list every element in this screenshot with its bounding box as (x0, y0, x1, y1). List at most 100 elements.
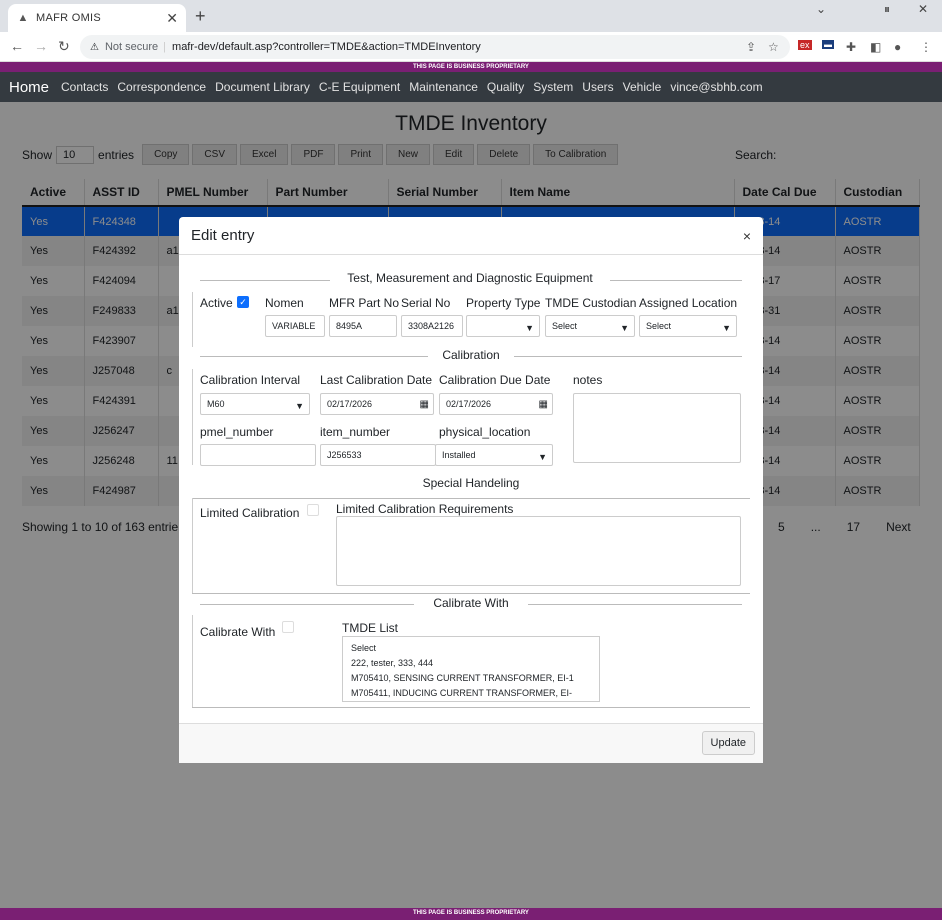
calibrate-with-checkbox[interactable] (282, 621, 294, 633)
assigned-location-value: Select (646, 321, 672, 331)
last-calibration-date-input[interactable]: 02/17/2026 ▦ (320, 393, 434, 415)
share-icon[interactable]: ⇪ (746, 40, 756, 54)
back-icon[interactable]: ← (10, 38, 24, 54)
minimize-icon[interactable]: ⏸ (884, 2, 890, 17)
pmel-number-input[interactable] (200, 444, 316, 466)
modal-close-icon[interactable]: × (743, 228, 751, 244)
tab-close-icon[interactable]: ✕ (166, 10, 178, 27)
tmde-custodian-label: TMDE Custodian (545, 296, 637, 310)
physical-location-value: Installed (442, 450, 476, 460)
url-field[interactable]: ⚠ Not secure | mafr-dev/default.asp?cont… (80, 35, 790, 59)
fieldset-border (192, 292, 193, 347)
serial-no-input[interactable]: 3308A2126 (401, 315, 463, 337)
nomen-input[interactable]: VARIABLE (265, 315, 325, 337)
list-option[interactable]: Select (351, 641, 591, 656)
physical-location-label: physical_location (439, 425, 531, 439)
forward-icon[interactable]: → (34, 38, 48, 54)
section-tmde-legend: Test, Measurement and Diagnostic Equipme… (347, 271, 593, 285)
divider (200, 280, 330, 281)
nav-link[interactable]: Quality (487, 80, 524, 94)
divider (192, 593, 750, 594)
divider (200, 604, 414, 605)
calendar-icon[interactable]: ▦ (420, 395, 429, 414)
nav-home[interactable]: Home (9, 79, 49, 96)
address-bar: ← → ↻ ⚠ Not secure | mafr-dev/default.as… (0, 32, 942, 62)
calibration-due-date-label: Calibration Due Date (439, 373, 551, 387)
list-option[interactable]: 222, tester, 333, 444 (351, 656, 591, 671)
sidebar-icon[interactable]: ◧ (870, 40, 881, 54)
divider (528, 604, 742, 605)
nomen-label: Nomen (265, 296, 304, 310)
nav-link[interactable]: System (533, 80, 573, 94)
calibration-due-date-value: 02/17/2026 (446, 399, 492, 409)
last-calibration-date-value: 02/17/2026 (327, 399, 373, 409)
calibration-due-date-input[interactable]: 02/17/2026 ▦ (439, 393, 553, 415)
physical-location-select[interactable]: Installed ▼ (435, 444, 553, 466)
section-calibrate-with-legend: Calibrate With (433, 596, 509, 610)
divider (514, 356, 742, 357)
chevron-down-icon: ▼ (620, 323, 629, 333)
divider (192, 707, 750, 708)
url-text: mafr-dev/default.asp?controller=TMDE&act… (172, 41, 481, 53)
extension-password-icon[interactable]: ▬ (822, 40, 834, 49)
tmde-list-label: TMDE List (342, 621, 399, 635)
item-number-label: item_number (320, 425, 391, 439)
list-option[interactable]: M705411, INDUCING CURRENT TRANSFORMER, E… (351, 686, 591, 701)
new-tab-icon[interactable]: + (195, 6, 206, 27)
divider (192, 498, 750, 499)
section-calibration-legend: Calibration (442, 348, 500, 362)
notes-textarea[interactable] (573, 393, 741, 463)
reload-icon[interactable]: ↻ (58, 38, 70, 55)
proprietary-banner-bottom: THIS PAGE IS BUSINESS PROPRIETARY (0, 908, 942, 920)
mfr-part-no-input[interactable]: 8495A (329, 315, 397, 337)
notes-label: notes (573, 373, 603, 387)
active-checkbox[interactable]: ✓ (237, 296, 249, 308)
tab-title: MAFR OMIS (36, 12, 102, 24)
nav-link[interactable]: Contacts (61, 80, 108, 94)
calendar-icon[interactable]: ▦ (539, 395, 548, 414)
pmel-number-label: pmel_number (200, 425, 274, 439)
app-navbar: Home Contacts Correspondence Document Li… (0, 72, 942, 102)
warning-icon: ⚠ (90, 41, 99, 53)
assigned-location-label: Assigned Location (639, 296, 738, 310)
nav-link[interactable]: Document Library (215, 80, 310, 94)
fieldset-border (192, 498, 193, 594)
property-type-select[interactable]: ▼ (466, 315, 540, 337)
chevron-down-icon[interactable]: ⌄ (816, 2, 826, 16)
calibration-interval-value: M60 (207, 399, 225, 409)
assigned-location-select[interactable]: Select ▼ (639, 315, 737, 337)
nav-link-user[interactable]: vince@sbhb.com (670, 80, 762, 94)
divider (200, 356, 428, 357)
limited-calibration-requirements-label: Limited Calibration Requirements (336, 502, 514, 516)
chevron-down-icon: ▼ (722, 323, 731, 333)
active-label: Active (200, 296, 233, 310)
nav-link[interactable]: Correspondence (117, 80, 206, 94)
nav-link[interactable]: Users (582, 80, 613, 94)
list-option[interactable]: M705410, SENSING CURRENT TRANSFORMER, EI… (351, 671, 591, 686)
nav-link[interactable]: C-E Equipment (319, 80, 400, 94)
update-button[interactable]: Update (701, 731, 755, 755)
limited-calibration-requirements-textarea[interactable] (336, 516, 741, 586)
serial-no-label: Serial No (401, 296, 451, 310)
fieldset-border (192, 369, 193, 465)
divider (610, 280, 742, 281)
limited-calibration-checkbox[interactable] (307, 504, 319, 516)
nav-link[interactable]: Vehicle (623, 80, 662, 94)
extension-icon[interactable]: ex (798, 40, 812, 50)
browser-tab[interactable]: ▲ MAFR OMIS ✕ (8, 4, 186, 32)
bookmark-star-icon[interactable]: ☆ (768, 40, 779, 54)
tmde-list-select[interactable]: Select 222, tester, 333, 444 M705410, SE… (342, 636, 600, 702)
tmde-custodian-select[interactable]: Select ▼ (545, 315, 635, 337)
section-special-handeling-legend: Special Handeling (422, 476, 520, 490)
property-type-label: Property Type (466, 296, 541, 310)
browser-tab-bar: ▲ MAFR OMIS ✕ + ⌄ ⏸ ✕ (0, 0, 942, 32)
menu-kebab-icon[interactable]: ⋮ (920, 40, 932, 54)
nav-link[interactable]: Maintenance (409, 80, 478, 94)
profile-avatar-icon[interactable]: ● (894, 40, 901, 54)
modal-footer: Update (179, 723, 763, 763)
proprietary-banner-top: THIS PAGE IS BUSINESS PROPRIETARY (0, 62, 942, 72)
calibration-interval-select[interactable]: M60 ▼ (200, 393, 310, 415)
item-number-input[interactable]: J256533 (320, 444, 436, 466)
extensions-puzzle-icon[interactable]: ✚ (846, 40, 856, 54)
window-close-icon[interactable]: ✕ (918, 2, 928, 16)
